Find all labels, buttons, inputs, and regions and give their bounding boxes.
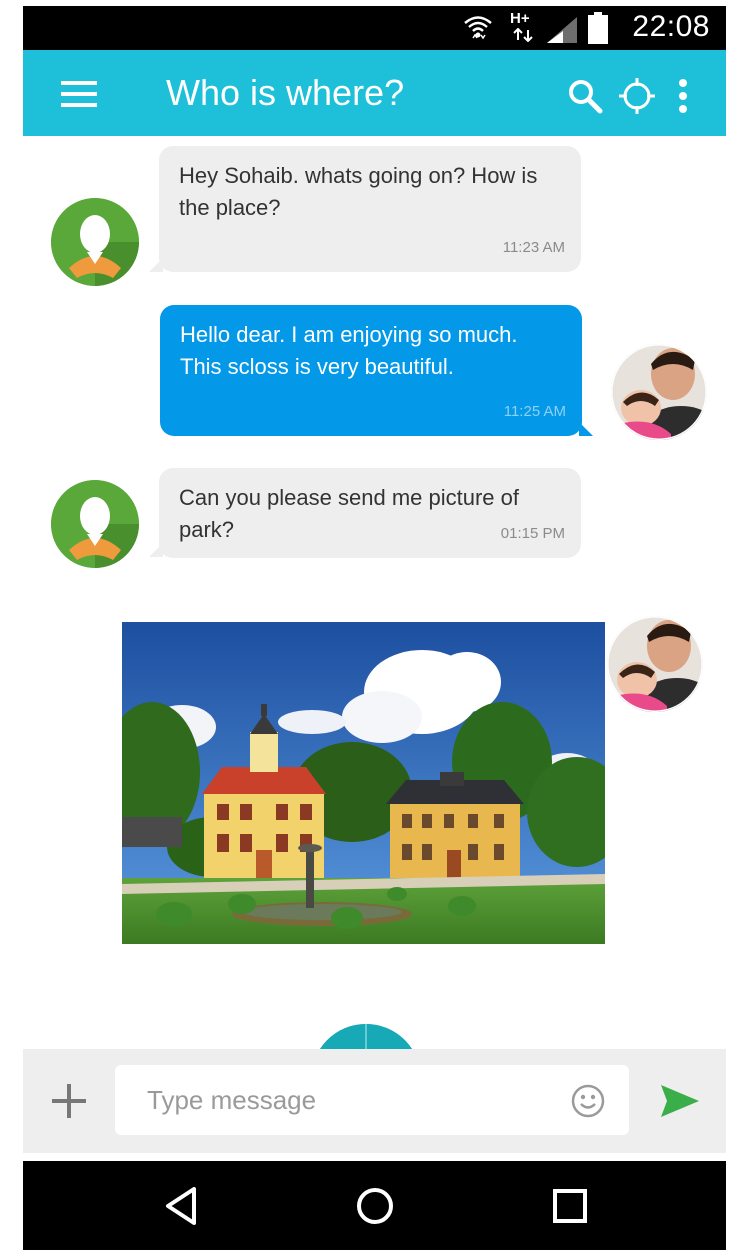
chat-thread[interactable]: Hey Sohaib. whats going on? How is the p… [23,136,726,1134]
message-text: Hey Sohaib. whats going on? How is the p… [179,163,538,220]
app-bar: Who is where? [23,50,726,136]
status-time: 22:08 [632,10,710,43]
message-bubble-outgoing[interactable]: Hello dear. I am enjoying so much. This … [160,305,582,436]
phone-screen: H+ 22:08 Who is where? Hey Sohaib. whats… [23,6,726,1250]
menu-icon [61,81,97,107]
message-composer: Type message [23,1049,726,1153]
default-avatar-icon [51,480,139,568]
more-vert-icon [679,79,687,113]
add-icon [52,1084,86,1118]
locate-icon [619,78,655,114]
message-input[interactable]: Type message [115,1065,629,1135]
emoji-button[interactable] [571,1084,605,1118]
send-icon [661,1085,699,1117]
castle-park-photo-icon [122,622,605,944]
back-button[interactable] [160,1183,206,1229]
network-type-icon: H+ [510,10,540,44]
message-time: 01:15 PM [500,525,565,542]
add-attachment-button[interactable] [51,1083,87,1119]
user-avatar[interactable] [611,344,707,440]
more-options-button[interactable] [667,74,699,118]
default-avatar-icon [51,198,139,286]
wifi-icon [464,16,492,40]
user-avatar[interactable] [607,616,703,712]
contact-avatar[interactable] [51,198,139,286]
status-bar: H+ 22:08 [23,6,726,50]
network-type-label: H+ [510,10,530,27]
message-time: 11:25 AM [503,403,566,420]
message-bubble-incoming[interactable]: Hey Sohaib. whats going on? How is the p… [159,146,581,272]
message-text: Can you please send me picture of park? [179,485,519,542]
father-baby-photo-icon [607,616,703,712]
search-icon [569,80,603,114]
back-icon [166,1187,196,1225]
home-button[interactable] [352,1183,398,1229]
home-icon [357,1188,393,1224]
send-button[interactable] [659,1083,701,1119]
battery-icon [588,12,608,44]
message-text: Hello dear. I am enjoying so much. This … [180,322,518,379]
recents-icon [553,1189,587,1223]
locate-button[interactable] [615,74,659,118]
page-title: Who is where? [166,72,405,113]
father-baby-photo-icon [611,344,707,440]
message-bubble-incoming[interactable]: Can you please send me picture of park? … [159,468,581,558]
shared-image[interactable] [122,622,605,944]
contact-avatar[interactable] [51,480,139,568]
message-input-placeholder: Type message [147,1085,317,1115]
message-time: 11:23 AM [502,239,565,256]
signal-icon [547,17,577,43]
system-nav-bar [23,1161,726,1250]
emoji-icon [571,1084,605,1118]
menu-button[interactable] [53,74,105,114]
recents-button[interactable] [547,1183,593,1229]
search-button[interactable] [563,74,607,118]
